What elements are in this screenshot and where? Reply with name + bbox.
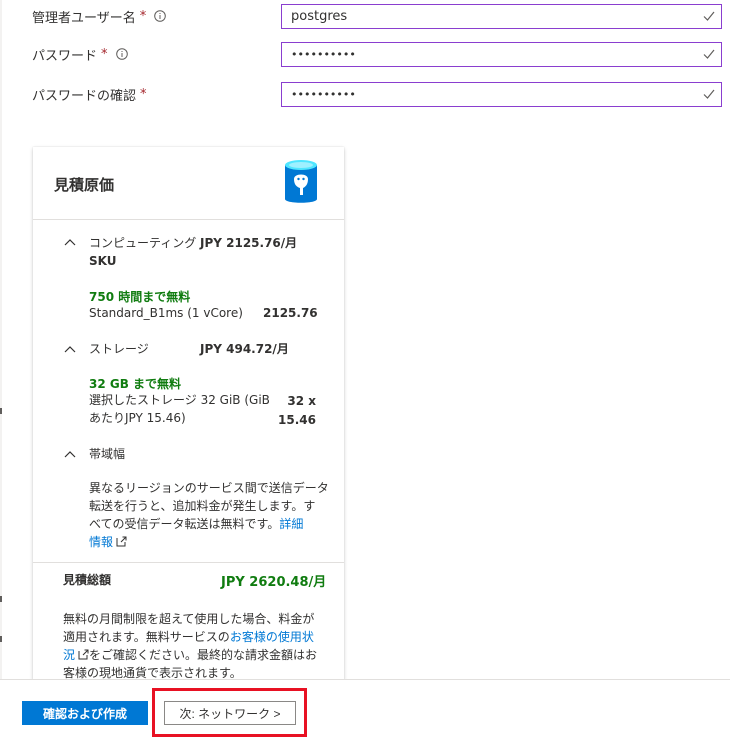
compute-sku-detail: Standard_B1ms (1 vCore)	[89, 306, 243, 320]
password-confirm-input[interactable]: ••••••••••	[291, 88, 356, 101]
admin-user-label: 管理者ユーザー名 *	[32, 7, 167, 26]
chevron-up-icon[interactable]	[63, 237, 77, 247]
chevron-up-icon[interactable]	[63, 449, 77, 459]
bandwidth-section-title: 帯域幅	[89, 447, 126, 461]
password-label: パスワード *	[32, 45, 128, 64]
details-link-cont[interactable]: 情報	[89, 535, 113, 549]
check-icon	[703, 89, 715, 99]
compute-amount: 2125.76	[263, 306, 318, 320]
password-field[interactable]: ••••••••••	[281, 42, 722, 67]
password-confirm-label-row: パスワードの確認 *	[32, 82, 147, 106]
storage-price: JPY 494.72/月	[200, 342, 289, 356]
edge-mark	[0, 408, 2, 414]
divider	[33, 562, 344, 563]
external-link-icon[interactable]	[78, 649, 89, 660]
storage-detail-line1: 選択したストレージ 32 GiB (GiB	[89, 393, 270, 407]
bandwidth-text-line4: 情報	[89, 533, 127, 551]
sku-label: SKU	[89, 254, 117, 268]
storage-detail-line2: あたりJPY 15.46)	[89, 411, 186, 425]
bandwidth-text-line3: べての受信データ転送は無料です。詳細	[89, 517, 304, 531]
edge-mark	[0, 596, 2, 602]
info-icon[interactable]	[115, 48, 128, 60]
storage-section-title: ストレージ	[89, 342, 149, 356]
password-input[interactable]: ••••••••••	[291, 48, 356, 61]
check-icon	[703, 49, 715, 59]
divider	[33, 219, 344, 220]
compute-section-title: コンピューティング	[89, 236, 197, 250]
password-confirm-field[interactable]: ••••••••••	[281, 82, 722, 107]
total-value: JPY 2620.48/月	[221, 575, 327, 590]
pricing-note: 無料の月間制限を超えて使用した場合、料金が 適用されます。無料サービスのお客様の…	[63, 612, 318, 680]
total-label: 見積総額	[63, 573, 112, 587]
admin-user-label-row: 管理者ユーザー名 *	[32, 4, 167, 28]
external-link-icon[interactable]	[116, 536, 127, 547]
required-marker: *	[139, 8, 147, 24]
postgresql-database-icon	[285, 160, 317, 203]
storage-amount-line1: 32 x	[287, 394, 316, 408]
bandwidth-text-line2: 転送を行うと、追加料金が発生します。す	[89, 499, 316, 513]
chevron-up-icon[interactable]	[63, 344, 77, 354]
info-icon[interactable]	[154, 10, 167, 22]
required-marker: *	[140, 86, 147, 102]
usage-link[interactable]: お客様の使用状	[230, 630, 314, 644]
highlight-box	[152, 688, 307, 737]
details-link[interactable]: 詳細	[279, 517, 303, 531]
storage-amount-line2: 15.46	[278, 413, 316, 427]
review-create-button[interactable]: 確認および作成	[22, 701, 148, 725]
password-confirm-label: パスワードの確認 *	[32, 86, 147, 104]
admin-user-field[interactable]	[281, 4, 722, 29]
bandwidth-text-line1: 異なるリージョンのサービス間で送信データ	[89, 481, 329, 495]
storage-free-text: 32 GB まで無料	[89, 377, 182, 391]
card-title: 見積原価	[54, 176, 115, 194]
admin-user-input[interactable]	[291, 9, 691, 24]
compute-price: JPY 2125.76/月	[200, 236, 298, 250]
usage-link-cont[interactable]: 況	[63, 648, 75, 662]
cost-estimate-card: 見積原価 コンピューティング JPY 2125.76/月 SKU 750 時間ま…	[33, 147, 344, 680]
footer-bar: 確認および作成 次: ネットワーク >	[0, 679, 730, 743]
left-edge	[0, 0, 2, 743]
required-marker: *	[101, 46, 108, 62]
edge-mark	[0, 636, 2, 642]
check-icon	[703, 11, 715, 21]
password-label-row: パスワード *	[32, 42, 128, 66]
compute-free-text: 750 時間まで無料	[89, 290, 191, 304]
